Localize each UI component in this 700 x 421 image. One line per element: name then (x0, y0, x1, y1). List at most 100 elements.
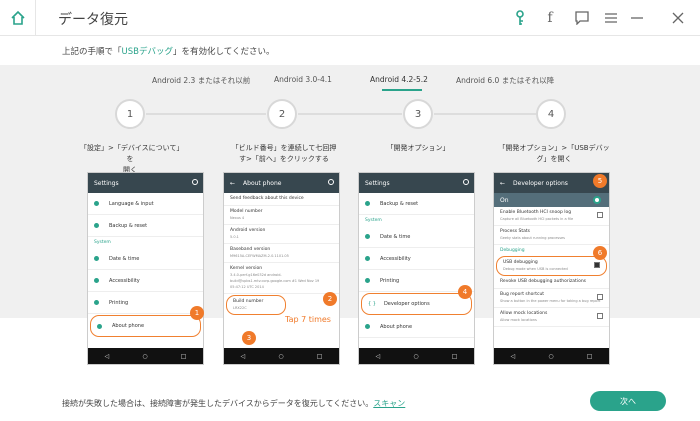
checkbox-checked-icon (594, 262, 600, 268)
clock-icon (365, 234, 370, 239)
item-label: Developer options (383, 301, 430, 307)
clock-icon (94, 256, 99, 261)
home-circle-icon: ○ (548, 352, 554, 360)
title-bar: データ復元 f (0, 0, 700, 36)
active-tab-indicator (382, 89, 422, 91)
recent-icon: □ (316, 352, 323, 360)
dev-row: Enable Bluetooth HCI snoop log Capture al… (494, 207, 609, 226)
step-badge-1: 1 (190, 306, 204, 320)
settings-item: Backup & reset (359, 193, 474, 215)
row-sub: Debug mode when USB is connected (503, 267, 568, 271)
step-circle-2: 2 (267, 99, 297, 129)
search-icon (328, 179, 334, 185)
home-button[interactable] (0, 0, 36, 36)
settings-item: Printing (359, 270, 474, 292)
phone-header: ← About phone (224, 173, 339, 193)
settings-item: Printing (88, 292, 203, 314)
home-circle-icon: ○ (142, 352, 148, 360)
recent-icon: □ (180, 352, 187, 360)
step-badge-3: 3 (242, 331, 256, 345)
step-circle-3: 3 (403, 99, 433, 129)
minimize-button[interactable] (627, 8, 647, 28)
section-header: System (94, 240, 111, 245)
step-badge-5: 5 (593, 174, 607, 188)
step-badge-2: 2 (323, 292, 337, 306)
row-sub: Capture all Bluetooth HCI packets in a f… (500, 217, 574, 221)
step-badge-4: 4 (458, 285, 472, 299)
feedback-button[interactable] (572, 8, 592, 28)
phone-title: Developer options (513, 179, 568, 187)
next-button[interactable]: 次へ (590, 391, 666, 411)
home-circle-icon: ○ (413, 352, 419, 360)
step-connector (298, 113, 402, 115)
settings-item: About phone (359, 316, 474, 338)
phone-screen-settings: Settings Language & input Backup & reset… (87, 172, 204, 365)
key-button[interactable] (510, 8, 530, 28)
settings-item: Date & time (88, 248, 203, 270)
phone-title: About phone (243, 179, 282, 187)
caption-line: す>「前へ」をクリックする (239, 155, 329, 163)
code-icon: { } (368, 301, 376, 307)
globe-icon (94, 201, 99, 206)
step-caption-3: 「開発オプション」 (366, 143, 470, 154)
phone-nav-bar: ◁ ○ □ (359, 348, 474, 364)
about-row-build-number: Build number LRX22C (226, 295, 286, 315)
row-sub: M9615A-CEFWMAZM-2.0.1101.05 (230, 254, 289, 258)
settings-item-developer-options: { } Developer options (361, 293, 472, 315)
close-button[interactable] (668, 8, 688, 28)
row-sub: Geeky stats about running processes (500, 236, 566, 240)
caption-line: 「開発オプション」>「USBデバッ (498, 144, 610, 152)
item-label: Backup & reset (109, 222, 148, 229)
item-label: Backup & reset (380, 200, 419, 207)
toggle-icon (593, 196, 601, 204)
tab-android-2-3[interactable]: Android 2.3 またはそれ以前 (152, 75, 250, 86)
phone-header: ← Developer options (494, 173, 609, 193)
about-row: Model number Nexus 4 (224, 206, 339, 225)
accessibility-icon (365, 256, 370, 261)
row-sub: 5.0.1 (230, 235, 239, 239)
back-icon: ◁ (240, 352, 246, 360)
step-caption-2: 「ビルド番号」を連続して七回押 す>「前へ」をクリックする (228, 143, 340, 165)
app-title: データ復元 (58, 12, 128, 28)
back-icon: ◁ (510, 352, 516, 360)
item-label: Date & time (380, 233, 411, 240)
home-circle-icon: ○ (278, 352, 284, 360)
caption-line: グ」を開く (536, 155, 572, 163)
step-caption-4: 「開発オプション」>「USBデバッ グ」を開く (494, 143, 614, 165)
chat-icon (575, 11, 589, 25)
phone-screen-about: ← About phone Send feedback about this de… (223, 172, 340, 365)
phone-nav-bar: ◁ ○ □ (224, 348, 339, 364)
instruction-text: 上記の手順で「USBデバッグ」を有効化してください。 (62, 45, 274, 57)
dev-row: Revoke USB debugging authorizations (494, 276, 609, 289)
instruction-prefix: 上記の手順で「 (62, 47, 122, 57)
phone-header: Settings (359, 173, 474, 193)
menu-button[interactable] (601, 8, 621, 28)
cloud-icon (365, 201, 370, 206)
step-connector (434, 113, 536, 115)
row-sub: Nexus 4 (230, 216, 245, 220)
item-label: Accessibility (109, 277, 140, 284)
search-icon (192, 179, 198, 185)
scan-link[interactable]: スキャン (373, 399, 405, 408)
back-icon: ◁ (104, 352, 110, 360)
printer-icon (94, 300, 99, 305)
facebook-icon: f (547, 10, 553, 26)
row-sub: LRX22C (233, 306, 247, 310)
tab-android-4-2[interactable]: Android 4.2-5.2 (370, 75, 428, 84)
row-sub: Allow mock locations (500, 318, 537, 322)
checkbox-icon (597, 294, 603, 300)
tab-android-3-0[interactable]: Android 3.0-4.1 (274, 75, 332, 84)
item-label: Accessibility (380, 255, 411, 262)
phone-header: Settings (88, 173, 203, 193)
phone-nav-bar: ◁ ○ □ (494, 348, 609, 364)
dev-row: Bug report shortcut Show a button in the … (494, 289, 609, 308)
item-label: Date & time (109, 255, 140, 262)
cloud-icon (94, 223, 99, 228)
about-row: Send feedback about this device (224, 193, 339, 206)
search-icon (463, 179, 469, 185)
row-sub: 3.4.0-perf-g16e032d android-build@vpbs1.… (230, 273, 320, 289)
checkbox-icon (597, 212, 603, 218)
facebook-button[interactable]: f (540, 8, 560, 28)
tab-android-6-0[interactable]: Android 6.0 またはそれ以降 (456, 75, 554, 86)
settings-item: Backup & reset (88, 215, 203, 237)
